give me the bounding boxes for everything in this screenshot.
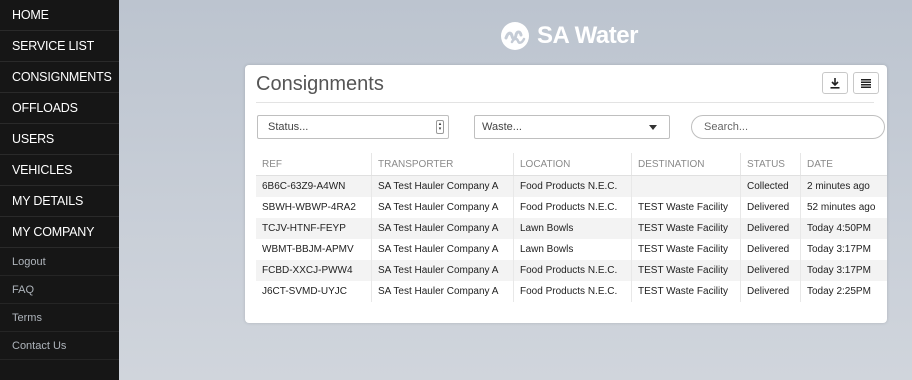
column-header-transporter[interactable]: TRANSPORTER (371, 153, 514, 176)
consignments-table: REF TRANSPORTER LOCATION DESTINATION STA… (256, 153, 887, 302)
table-row[interactable]: SBWH-WBWP-4RA2 SA Test Hauler Company A … (256, 197, 887, 218)
cell-transporter: SA Test Hauler Company A (371, 197, 514, 218)
column-header-ref[interactable]: REF (256, 153, 372, 176)
cell-transporter: SA Test Hauler Company A (371, 260, 514, 281)
cell-transporter: SA Test Hauler Company A (371, 175, 514, 197)
cell-location: Food Products N.E.C. (513, 281, 632, 302)
menu-button[interactable] (853, 72, 879, 94)
table-row[interactable]: TCJV-HTNF-FEYP SA Test Hauler Company A … (256, 218, 887, 239)
search-input[interactable] (691, 115, 885, 139)
cell-date: 52 minutes ago (800, 197, 887, 218)
select-stepper-icon: ▴ ▾ (436, 120, 444, 134)
cell-date: Today 2:25PM (800, 281, 887, 302)
column-header-location[interactable]: LOCATION (513, 153, 632, 176)
cell-status: Delivered (740, 218, 801, 239)
download-icon (830, 77, 840, 89)
cell-ref: WBMT-BBJM-APMV (256, 239, 372, 260)
table-row[interactable]: FCBD-XXCJ-PWW4 SA Test Hauler Company A … (256, 260, 887, 281)
cell-ref: 6B6C-63Z9-A4WN (256, 175, 372, 197)
consignments-panel: Consignments Status... ▴ ▾ Waste... Sear… (245, 65, 887, 323)
nav-item-vehicles[interactable]: VEHICLES (0, 155, 119, 186)
cell-destination (631, 175, 741, 197)
nav-item-logout[interactable]: Logout (0, 248, 119, 276)
page-title: Consignments (256, 73, 384, 95)
cell-destination: TEST Waste Facility (631, 239, 741, 260)
waste-filter-value: Waste... (482, 121, 522, 133)
waste-filter-select[interactable]: Waste... (474, 115, 670, 139)
cell-ref: SBWH-WBWP-4RA2 (256, 197, 372, 218)
nav-item-service-list[interactable]: SERVICE LIST (0, 31, 119, 62)
cell-ref: TCJV-HTNF-FEYP (256, 218, 372, 239)
cell-destination: TEST Waste Facility (631, 218, 741, 239)
download-button[interactable] (822, 72, 848, 94)
cell-status: Collected (740, 175, 801, 197)
cell-destination: TEST Waste Facility (631, 281, 741, 302)
table-header-row: REF TRANSPORTER LOCATION DESTINATION STA… (256, 153, 887, 176)
cell-location: Food Products N.E.C. (513, 197, 632, 218)
column-header-status[interactable]: STATUS (740, 153, 801, 176)
table-row[interactable]: 6B6C-63Z9-A4WN SA Test Hauler Company A … (256, 175, 887, 197)
cell-status: Delivered (740, 281, 801, 302)
title-divider (256, 102, 874, 103)
cell-transporter: SA Test Hauler Company A (371, 281, 514, 302)
nav-item-contact-us[interactable]: Contact Us (0, 332, 119, 360)
nav-item-home[interactable]: HOME (0, 0, 119, 31)
chevron-down-icon (649, 125, 657, 130)
cell-location: Lawn Bowls (513, 218, 632, 239)
cell-status: Delivered (740, 260, 801, 281)
cell-destination: TEST Waste Facility (631, 260, 741, 281)
cell-destination: TEST Waste Facility (631, 197, 741, 218)
nav-item-faq[interactable]: FAQ (0, 276, 119, 304)
main-content: SA Water Consignments Status... ▴ ▾ Wast… (119, 0, 912, 380)
cell-date: Today 3:17PM (800, 239, 887, 260)
nav-item-my-company[interactable]: MY COMPANY (0, 217, 119, 248)
sa-water-wave-icon (501, 22, 529, 50)
nav-item-my-details[interactable]: MY DETAILS (0, 186, 119, 217)
cell-ref: FCBD-XXCJ-PWW4 (256, 260, 372, 281)
column-header-destination[interactable]: DESTINATION (631, 153, 741, 176)
menu-icon (861, 78, 871, 88)
column-header-date[interactable]: DATE (800, 153, 887, 176)
status-filter-value: Status... (268, 121, 309, 133)
nav-item-offloads[interactable]: OFFLOADS (0, 93, 119, 124)
cell-location: Food Products N.E.C. (513, 175, 632, 197)
cell-ref: J6CT-SVMD-UYJC (256, 281, 372, 302)
brand-logo: SA Water (500, 20, 638, 52)
sidebar: HOME SERVICE LIST CONSIGNMENTS OFFLOADS … (0, 0, 119, 380)
cell-transporter: SA Test Hauler Company A (371, 218, 514, 239)
cell-transporter: SA Test Hauler Company A (371, 239, 514, 260)
cell-status: Delivered (740, 197, 801, 218)
nav-item-terms[interactable]: Terms (0, 304, 119, 332)
status-filter-select[interactable]: Status... ▴ ▾ (257, 115, 449, 139)
cell-date: Today 3:17PM (800, 260, 887, 281)
brand-name: SA Water (537, 22, 638, 49)
cell-status: Delivered (740, 239, 801, 260)
cell-date: Today 4:50PM (800, 218, 887, 239)
nav-item-consignments[interactable]: CONSIGNMENTS (0, 62, 119, 93)
cell-date: 2 minutes ago (800, 175, 887, 197)
cell-location: Lawn Bowls (513, 239, 632, 260)
cell-location: Food Products N.E.C. (513, 260, 632, 281)
table-row[interactable]: WBMT-BBJM-APMV SA Test Hauler Company A … (256, 239, 887, 260)
nav-item-users[interactable]: USERS (0, 124, 119, 155)
table-row[interactable]: J6CT-SVMD-UYJC SA Test Hauler Company A … (256, 281, 887, 302)
